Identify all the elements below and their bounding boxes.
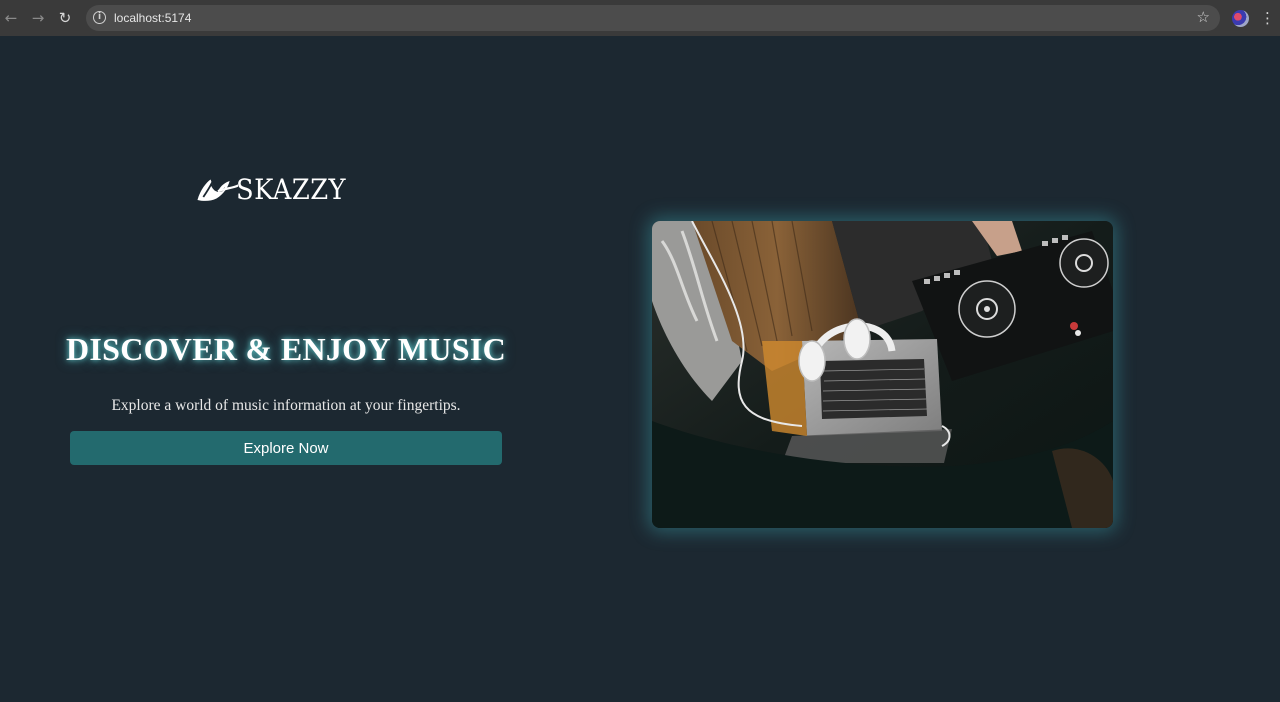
hero-photo bbox=[652, 221, 1113, 528]
back-arrow-icon[interactable]: ← bbox=[0, 7, 22, 29]
reload-icon[interactable]: ↻ bbox=[54, 7, 76, 29]
forward-arrow-icon[interactable]: → bbox=[27, 7, 49, 29]
brand-logo[interactable]: SKAZZY bbox=[196, 170, 356, 208]
hero-subtitle: Explore a world of music information at … bbox=[111, 397, 461, 414]
landing-page: SKAZZY DISCOVER & ENJOY MUSIC Explore a … bbox=[0, 36, 1280, 702]
address-bar[interactable]: i localhost:5174 ☆ bbox=[86, 5, 1220, 31]
menu-kebab-icon[interactable]: ⋮ bbox=[1260, 8, 1275, 28]
bookmark-star-icon[interactable]: ☆ bbox=[1197, 8, 1210, 26]
hero-title: DISCOVER & ENJOY MUSIC bbox=[65, 331, 507, 367]
url-text[interactable]: localhost:5174 bbox=[114, 11, 191, 25]
explore-now-button[interactable]: Explore Now bbox=[70, 431, 502, 465]
mountain-logo-icon bbox=[197, 179, 239, 201]
browser-toolbar: ← → ↻ i localhost:5174 ☆ ⋮ bbox=[0, 0, 1280, 36]
site-info-icon[interactable]: i bbox=[93, 11, 106, 24]
profile-avatar[interactable] bbox=[1232, 10, 1249, 27]
brand-name: SKAZZY bbox=[236, 172, 347, 206]
dj-laptop-headphones-image bbox=[652, 221, 1113, 528]
